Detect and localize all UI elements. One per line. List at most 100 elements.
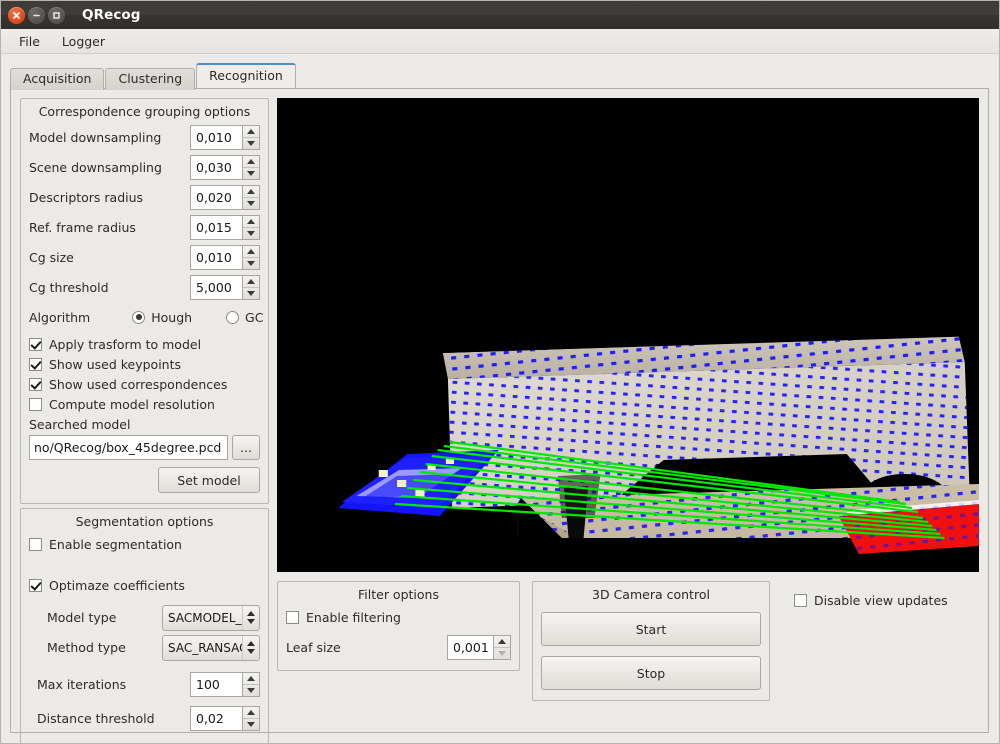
- point-cloud-viewport[interactable]: [277, 98, 979, 572]
- browse-model-button[interactable]: ...: [232, 435, 260, 460]
- menu-item-logger[interactable]: Logger: [51, 31, 116, 52]
- spinbox-cg-size[interactable]: 0,010: [190, 245, 260, 270]
- spin-buttons[interactable]: [493, 635, 511, 660]
- radio-hough[interactable]: Hough: [132, 310, 192, 325]
- checkbox-compute-resolution[interactable]: Compute model resolution: [29, 394, 260, 414]
- close-button[interactable]: [8, 6, 25, 24]
- label-max-iterations: Max iterations: [37, 677, 127, 692]
- field-model-type: Model type SACMODEL_: [29, 604, 260, 631]
- spinbox-scene-downsampling[interactable]: 0,030: [190, 155, 260, 180]
- radio-gc-icon: [226, 310, 240, 324]
- spin-down-button[interactable]: [243, 197, 259, 209]
- spin-buttons[interactable]: [242, 245, 260, 270]
- algorithm-row: Algorithm Hough GC: [29, 304, 263, 330]
- arrow-down-icon: [498, 651, 506, 656]
- spin-value-scene-downsampling[interactable]: 0,030: [190, 155, 242, 180]
- checkbox-enable-filtering[interactable]: Enable filtering: [286, 607, 511, 627]
- spin-down-button[interactable]: [243, 137, 259, 149]
- stop-camera-button[interactable]: Stop: [541, 656, 761, 690]
- spin-value-descriptors-radius[interactable]: 0,020: [190, 185, 242, 210]
- checkbox-optimize-coefficients[interactable]: Optimaze coefficients: [29, 575, 260, 595]
- spin-down-button[interactable]: [243, 287, 259, 299]
- checkbox-show-keypoints-label: Show used keypoints: [49, 356, 182, 372]
- tab-clustering[interactable]: Clustering: [105, 68, 196, 90]
- spin-up-button[interactable]: [243, 246, 259, 257]
- start-camera-button[interactable]: Start: [541, 612, 761, 646]
- checkbox-show-correspondences-box[interactable]: [29, 377, 42, 391]
- minimize-icon: [33, 14, 40, 16]
- radio-gc[interactable]: GC: [226, 310, 263, 325]
- spin-buttons[interactable]: [242, 215, 260, 240]
- spin-down-button[interactable]: [243, 167, 259, 179]
- checkbox-apply-transform-box[interactable]: [29, 337, 42, 351]
- spin-up-button[interactable]: [243, 707, 259, 718]
- field-descriptors-radius: Descriptors radius 0,020: [29, 184, 260, 211]
- searched-model-label: Searched model: [29, 417, 131, 432]
- spin-up-button[interactable]: [243, 673, 259, 684]
- spin-buttons[interactable]: [242, 185, 260, 210]
- searched-model-input[interactable]: no/QRecog/box_45degree.pcd: [29, 435, 228, 460]
- checkbox-show-keypoints-box[interactable]: [29, 357, 42, 371]
- checkbox-enable-segmentation-box[interactable]: [29, 537, 42, 551]
- arrow-down-icon: [247, 171, 255, 176]
- spin-up-button[interactable]: [494, 636, 510, 647]
- spin-up-button[interactable]: [243, 186, 259, 197]
- spinbox-distance-threshold[interactable]: 0,02: [190, 706, 260, 731]
- spin-value-model-downsampling[interactable]: 0,010: [190, 125, 242, 150]
- spin-up-button[interactable]: [243, 216, 259, 227]
- spin-buttons[interactable]: [242, 706, 260, 731]
- spin-buttons[interactable]: [242, 125, 260, 150]
- radio-hough-label: Hough: [151, 309, 193, 325]
- checkbox-optimize-coefficients-box[interactable]: [29, 578, 42, 592]
- arrow-up-icon: [247, 219, 255, 224]
- spin-buttons[interactable]: [242, 672, 260, 697]
- segmentation-title: Segmentation options: [75, 514, 214, 529]
- spin-up-button[interactable]: [243, 276, 259, 287]
- spin-value-leaf-size[interactable]: 0,001: [447, 635, 493, 660]
- checkbox-show-keypoints[interactable]: Show used keypoints: [29, 354, 260, 374]
- menu-item-file[interactable]: File: [8, 31, 51, 52]
- tab-acquisition[interactable]: Acquisition: [10, 68, 105, 90]
- checkbox-enable-segmentation-label: Enable segmentation: [49, 536, 182, 552]
- spin-buttons[interactable]: [242, 275, 260, 300]
- spin-down-button[interactable]: [243, 257, 259, 269]
- spin-buttons[interactable]: [242, 155, 260, 180]
- spin-down-button[interactable]: [243, 718, 259, 730]
- titlebar: QRecog: [1, 1, 999, 29]
- spinbox-descriptors-radius[interactable]: 0,020: [190, 185, 260, 210]
- spinbox-max-iterations[interactable]: 100: [190, 672, 260, 697]
- field-ref-frame-radius: Ref. frame radius 0,015: [29, 214, 260, 241]
- spin-value-max-iterations[interactable]: 100: [190, 672, 242, 697]
- checkbox-show-correspondences[interactable]: Show used correspondences: [29, 374, 260, 394]
- combobox-model-type[interactable]: SACMODEL_: [162, 604, 260, 631]
- spinbox-model-downsampling[interactable]: 0,010: [190, 125, 260, 150]
- spin-value-cg-threshold[interactable]: 5,000: [190, 275, 242, 300]
- spin-down-button[interactable]: [243, 227, 259, 239]
- spinbox-leaf-size[interactable]: 0,001: [447, 635, 511, 660]
- spin-up-button[interactable]: [243, 126, 259, 137]
- spinbox-cg-threshold[interactable]: 5,000: [190, 275, 260, 300]
- checkbox-compute-resolution-box[interactable]: [29, 397, 42, 411]
- options-column: Correspondence grouping options Model do…: [20, 98, 269, 744]
- spin-up-button[interactable]: [243, 156, 259, 167]
- maximize-button[interactable]: [48, 6, 65, 24]
- arrow-down-icon: [247, 722, 255, 727]
- minimize-button[interactable]: [28, 6, 45, 24]
- tab-bar: Acquisition Clustering Recognition: [1, 63, 999, 90]
- checkbox-enable-filtering-box[interactable]: [286, 610, 299, 624]
- chevron-updown-icon: [242, 605, 259, 630]
- spin-down-button[interactable]: [243, 684, 259, 696]
- tab-recognition[interactable]: Recognition: [196, 63, 296, 88]
- spin-value-distance-threshold[interactable]: 0,02: [190, 706, 242, 731]
- checkbox-apply-transform[interactable]: Apply trasform to model: [29, 334, 260, 354]
- combobox-method-type[interactable]: SAC_RANSAC: [162, 634, 260, 661]
- checkbox-enable-segmentation[interactable]: Enable segmentation: [29, 534, 260, 554]
- spin-value-ref-frame-radius[interactable]: 0,015: [190, 215, 242, 240]
- arrow-down-icon: [247, 141, 255, 146]
- checkbox-disable-view-updates[interactable]: Disable view updates: [794, 590, 948, 610]
- checkbox-disable-view-updates-box[interactable]: [794, 593, 807, 607]
- set-model-button[interactable]: Set model: [158, 467, 260, 493]
- window-title: QRecog: [82, 7, 141, 23]
- spinbox-ref-frame-radius[interactable]: 0,015: [190, 215, 260, 240]
- spin-value-cg-size[interactable]: 0,010: [190, 245, 242, 270]
